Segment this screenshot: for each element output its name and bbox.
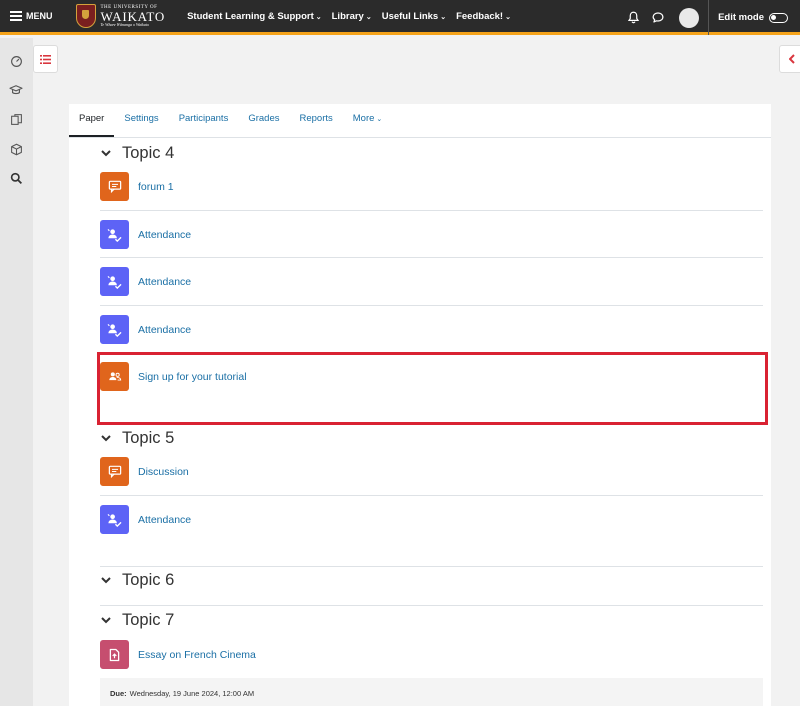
menu-label: MENU xyxy=(26,11,53,21)
due-value: Wednesday, 19 June 2024, 12:00 AM xyxy=(129,688,255,698)
top-navbar: MENU THE UNIVERSITY OF WAIKATO Te Whare … xyxy=(0,0,800,35)
section-title-topic-7[interactable]: Topic 7 xyxy=(100,611,174,630)
activity-item: Discussion xyxy=(100,457,763,486)
tab-reports[interactable]: Reports xyxy=(289,103,342,137)
search-icon[interactable] xyxy=(9,171,23,185)
crest-icon xyxy=(75,4,96,28)
dashboard-gauge-icon[interactable] xyxy=(9,54,23,68)
due-date-info: Due: Wednesday, 19 June 2024, 12:00 AM xyxy=(100,678,763,706)
section-title-topic-6[interactable]: Topic 6 xyxy=(100,571,174,590)
section-title-topic-4[interactable]: Topic 4 xyxy=(100,144,174,163)
nav-useful-links[interactable]: Useful Links ⌄ xyxy=(382,11,446,22)
primary-nav: Student Learning & Support ⌄ Library ⌄ Use… xyxy=(187,11,521,22)
tab-more[interactable]: More ⌄ xyxy=(343,103,393,137)
attendance-icon xyxy=(100,315,129,344)
block-drawer-toggle-button[interactable] xyxy=(779,45,800,73)
secondary-navigation: Paper Settings Participants Grades Repor… xyxy=(69,104,771,138)
activity-link[interactable]: Attendance xyxy=(138,276,191,288)
forum-icon xyxy=(100,457,129,486)
activity-item: Attendance xyxy=(100,267,763,296)
activity-link[interactable]: Attendance xyxy=(138,229,191,241)
left-icon-rail xyxy=(0,38,33,706)
chevron-left-icon xyxy=(789,54,795,64)
tab-settings[interactable]: Settings xyxy=(114,103,168,137)
activity-link[interactable]: Attendance xyxy=(138,324,191,336)
tab-participants[interactable]: Participants xyxy=(169,103,239,137)
nav-library[interactable]: Library ⌄ xyxy=(332,11,372,22)
menu-button[interactable]: MENU xyxy=(10,11,53,21)
chevron-down-icon xyxy=(100,577,112,584)
chevron-down-icon xyxy=(100,435,112,442)
content-bank-cube-icon[interactable] xyxy=(9,142,23,156)
nav-feedback[interactable]: Feedback! ⌄ xyxy=(456,11,511,22)
chevron-down-icon xyxy=(100,617,112,624)
tab-paper[interactable]: Paper xyxy=(69,103,115,137)
attendance-icon xyxy=(100,505,129,534)
nav-student-learning[interactable]: Student Learning & Support ⌄ xyxy=(187,11,322,22)
activity-item: Essay on French Cinema xyxy=(100,640,763,669)
activity-item: forum 1 xyxy=(100,172,763,201)
highlight-box xyxy=(97,352,768,425)
chevron-down-icon: ⌄ xyxy=(376,116,383,123)
activity-item: Attendance xyxy=(100,220,763,249)
courses-copy-icon[interactable] xyxy=(9,112,23,126)
notifications-bell-icon[interactable] xyxy=(625,10,641,26)
hamburger-icon xyxy=(10,11,22,21)
list-icon xyxy=(40,54,51,64)
activity-item: Attendance xyxy=(100,315,763,344)
messages-chat-icon[interactable] xyxy=(650,10,666,26)
activity-link[interactable]: Discussion xyxy=(138,466,189,478)
assignment-icon xyxy=(100,640,129,669)
tab-grades[interactable]: Grades xyxy=(238,103,289,137)
attendance-icon xyxy=(100,267,129,296)
chevron-down-icon: ⌄ xyxy=(315,13,322,21)
course-index-toggle-button[interactable] xyxy=(33,45,58,73)
section-title-topic-5[interactable]: Topic 5 xyxy=(100,429,174,448)
edit-mode-toggle[interactable] xyxy=(769,12,788,23)
activity-link[interactable]: Attendance xyxy=(138,514,191,526)
attendance-icon xyxy=(100,220,129,249)
activity-link[interactable]: forum 1 xyxy=(138,181,174,193)
chevron-down-icon: ⌄ xyxy=(365,13,372,21)
user-avatar[interactable] xyxy=(679,7,700,28)
graduation-cap-icon[interactable] xyxy=(9,83,23,97)
edit-mode-label: Edit mode xyxy=(718,12,764,23)
university-logo[interactable]: THE UNIVERSITY OF WAIKATO Te Whare Wānan… xyxy=(75,1,166,31)
activity-item: Attendance xyxy=(100,505,763,534)
chevron-down-icon: ⌄ xyxy=(440,13,447,21)
activity-link[interactable]: Essay on French Cinema xyxy=(138,649,256,661)
chevron-down-icon: ⌄ xyxy=(505,13,511,21)
forum-icon xyxy=(100,172,129,201)
due-label: Due: xyxy=(110,688,127,698)
chevron-down-icon xyxy=(100,150,112,157)
